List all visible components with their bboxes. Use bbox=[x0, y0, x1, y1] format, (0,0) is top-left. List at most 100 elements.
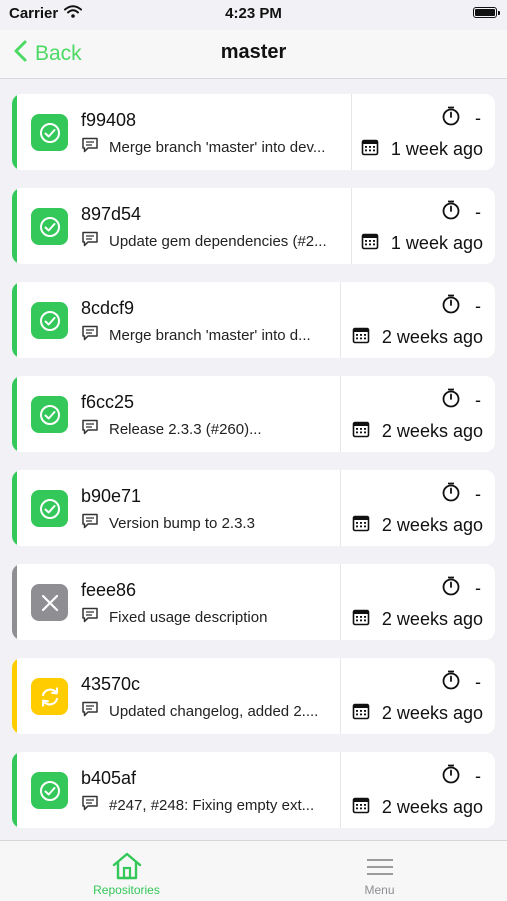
menu-icon bbox=[365, 851, 395, 881]
commit-info: b405af #247, #248: Fixing empty ext... bbox=[17, 752, 341, 828]
timer-icon bbox=[441, 764, 461, 789]
checkmark-circle-icon bbox=[31, 302, 68, 339]
commit-message: Fixed usage description bbox=[109, 608, 268, 626]
duration-row: - bbox=[441, 200, 481, 225]
calendar-icon bbox=[352, 608, 370, 631]
commit-info: 897d54 Update gem dependencies (#2... bbox=[17, 188, 352, 264]
duration-row: - bbox=[441, 576, 481, 601]
commit-card[interactable]: b405af #247, #248: Fixing empty ext... - 2 … bbox=[12, 752, 495, 828]
commit-message: Release 2.3.3 (#260)... bbox=[109, 420, 262, 438]
duration-row: - bbox=[441, 388, 481, 413]
commit-sha: 8cdcf9 bbox=[81, 298, 135, 318]
build-duration: - bbox=[475, 766, 481, 786]
checkmark-circle-icon bbox=[31, 208, 68, 245]
commit-message-row: Release 2.3.3 (#260)... bbox=[81, 419, 262, 439]
navigation-bar: Back master bbox=[0, 30, 507, 79]
commit-message: Update gem dependencies (#2... bbox=[109, 232, 327, 250]
build-duration: - bbox=[475, 108, 481, 128]
duration-row: - bbox=[441, 106, 481, 131]
commit-message-row: #247, #248: Fixing empty ext... bbox=[81, 795, 314, 815]
commit-info: f6cc25 Release 2.3.3 (#260)... bbox=[17, 376, 341, 452]
message-icon bbox=[81, 419, 99, 439]
date-row: 1 week ago bbox=[361, 232, 483, 255]
build-duration: - bbox=[475, 202, 481, 222]
commit-message-row: Version bump to 2.3.3 bbox=[81, 513, 255, 533]
message-icon bbox=[81, 325, 99, 345]
checkmark-circle-icon bbox=[31, 396, 68, 433]
commit-date: 2 weeks ago bbox=[381, 327, 483, 347]
build-duration: - bbox=[475, 672, 481, 692]
calendar-icon bbox=[352, 420, 370, 443]
commit-meta: - 2 weeks ago bbox=[341, 564, 495, 640]
duration-row: - bbox=[441, 294, 481, 319]
commit-card[interactable]: 43570c Updated changelog, added 2.... - 2 w… bbox=[12, 658, 495, 734]
commit-sha: 43570c bbox=[81, 674, 141, 694]
message-icon bbox=[81, 137, 99, 157]
build-duration: - bbox=[475, 390, 481, 410]
date-row: 2 weeks ago bbox=[352, 796, 483, 819]
status-bar: Carrier 4:23 PM bbox=[0, 0, 507, 30]
home-icon bbox=[111, 851, 143, 881]
date-row: 2 weeks ago bbox=[352, 514, 483, 537]
commit-card[interactable]: b90e71 Version bump to 2.3.3 - 2 weeks ago bbox=[12, 470, 495, 546]
commit-date: 2 weeks ago bbox=[381, 421, 483, 441]
commit-info: f99408 Merge branch 'master' into dev... bbox=[17, 94, 352, 170]
refresh-icon bbox=[31, 678, 68, 715]
commit-meta: - 1 week ago bbox=[352, 188, 495, 264]
commit-meta: - 2 weeks ago bbox=[341, 470, 495, 546]
message-icon bbox=[81, 513, 99, 533]
commit-message: Updated changelog, added 2.... bbox=[109, 702, 319, 720]
tab-menu-label: Menu bbox=[364, 883, 395, 897]
checkmark-circle-icon bbox=[31, 772, 68, 809]
commit-message-row: Merge branch 'master' into d... bbox=[81, 325, 311, 345]
timer-icon bbox=[441, 388, 461, 413]
commit-card[interactable]: f99408 Merge branch 'master' into dev... -… bbox=[12, 94, 495, 170]
commit-card[interactable]: f6cc25 Release 2.3.3 (#260)... - 2 weeks ag… bbox=[12, 376, 495, 452]
duration-row: - bbox=[441, 670, 481, 695]
commit-date: 2 weeks ago bbox=[381, 797, 483, 817]
commit-date: 2 weeks ago bbox=[381, 703, 483, 723]
commit-meta: - 2 weeks ago bbox=[341, 658, 495, 734]
message-icon bbox=[81, 701, 99, 721]
commit-info: b90e71 Version bump to 2.3.3 bbox=[17, 470, 341, 546]
checkmark-circle-icon bbox=[31, 114, 68, 151]
date-row: 2 weeks ago bbox=[352, 702, 483, 725]
commit-message-row: Updated changelog, added 2.... bbox=[81, 701, 318, 721]
commit-sha: f6cc25 bbox=[81, 392, 135, 412]
calendar-icon bbox=[352, 326, 370, 349]
commit-date: 1 week ago bbox=[390, 139, 483, 159]
commit-date: 1 week ago bbox=[390, 233, 483, 253]
commit-card[interactable]: feee86 Fixed usage description - 2 weeks ag… bbox=[12, 564, 495, 640]
commit-meta: - 1 week ago bbox=[352, 94, 495, 170]
commit-sha: b405af bbox=[81, 768, 137, 788]
duration-row: - bbox=[441, 764, 481, 789]
calendar-icon bbox=[352, 796, 370, 819]
date-row: 2 weeks ago bbox=[352, 420, 483, 443]
commit-date: 2 weeks ago bbox=[381, 609, 483, 629]
build-duration: - bbox=[475, 484, 481, 504]
calendar-icon bbox=[352, 702, 370, 725]
commit-message-row: Fixed usage description bbox=[81, 607, 267, 627]
page-title: master bbox=[220, 41, 287, 63]
date-row: 2 weeks ago bbox=[352, 608, 483, 631]
battery-icon bbox=[473, 7, 500, 18]
commit-message: Version bump to 2.3.3 bbox=[109, 514, 255, 532]
commit-message: #247, #248: Fixing empty ext... bbox=[109, 796, 315, 814]
commit-info: feee86 Fixed usage description bbox=[17, 564, 341, 640]
timer-icon bbox=[441, 106, 461, 131]
date-row: 2 weeks ago bbox=[352, 326, 483, 349]
tab-repositories[interactable]: Repositories bbox=[0, 841, 253, 901]
timer-icon bbox=[441, 482, 461, 507]
timer-icon bbox=[441, 294, 461, 319]
commit-card[interactable]: 897d54 Update gem dependencies (#2... - 1 w… bbox=[12, 188, 495, 264]
tab-menu[interactable]: Menu bbox=[253, 841, 506, 901]
commit-message: Merge branch 'master' into d... bbox=[109, 326, 311, 344]
commit-card[interactable]: 8cdcf9 Merge branch 'master' into d... - 2 … bbox=[12, 282, 495, 358]
commit-sha: b90e71 bbox=[81, 486, 142, 506]
close-icon bbox=[31, 584, 68, 621]
commit-message-row: Merge branch 'master' into dev... bbox=[81, 137, 325, 157]
commit-meta: - 2 weeks ago bbox=[341, 282, 495, 358]
duration-row: - bbox=[441, 482, 481, 507]
calendar-icon bbox=[361, 232, 379, 255]
commit-sha: 897d54 bbox=[81, 204, 142, 224]
